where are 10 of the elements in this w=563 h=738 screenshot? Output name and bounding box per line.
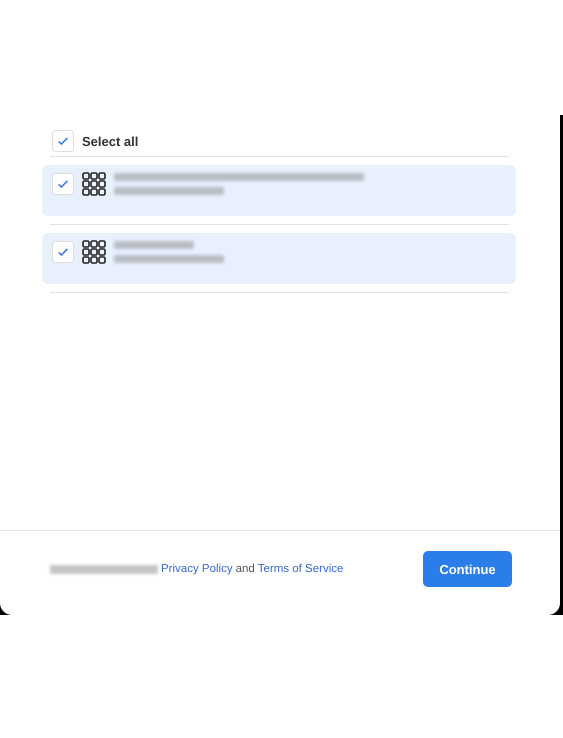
checkbox[interactable] bbox=[52, 130, 74, 152]
privacy-policy-link[interactable]: Privacy Policy bbox=[161, 563, 233, 575]
terms-of-service-link[interactable]: Terms of Service bbox=[258, 563, 344, 575]
continue-button[interactable]: Continue bbox=[423, 551, 512, 587]
checkbox[interactable] bbox=[52, 173, 74, 195]
app-grid-icon bbox=[82, 172, 106, 196]
checkbox[interactable] bbox=[52, 241, 74, 263]
select-all-label: Select all bbox=[82, 134, 138, 148]
app-grid-icon bbox=[82, 240, 106, 264]
conjunction-text: and bbox=[236, 563, 255, 575]
